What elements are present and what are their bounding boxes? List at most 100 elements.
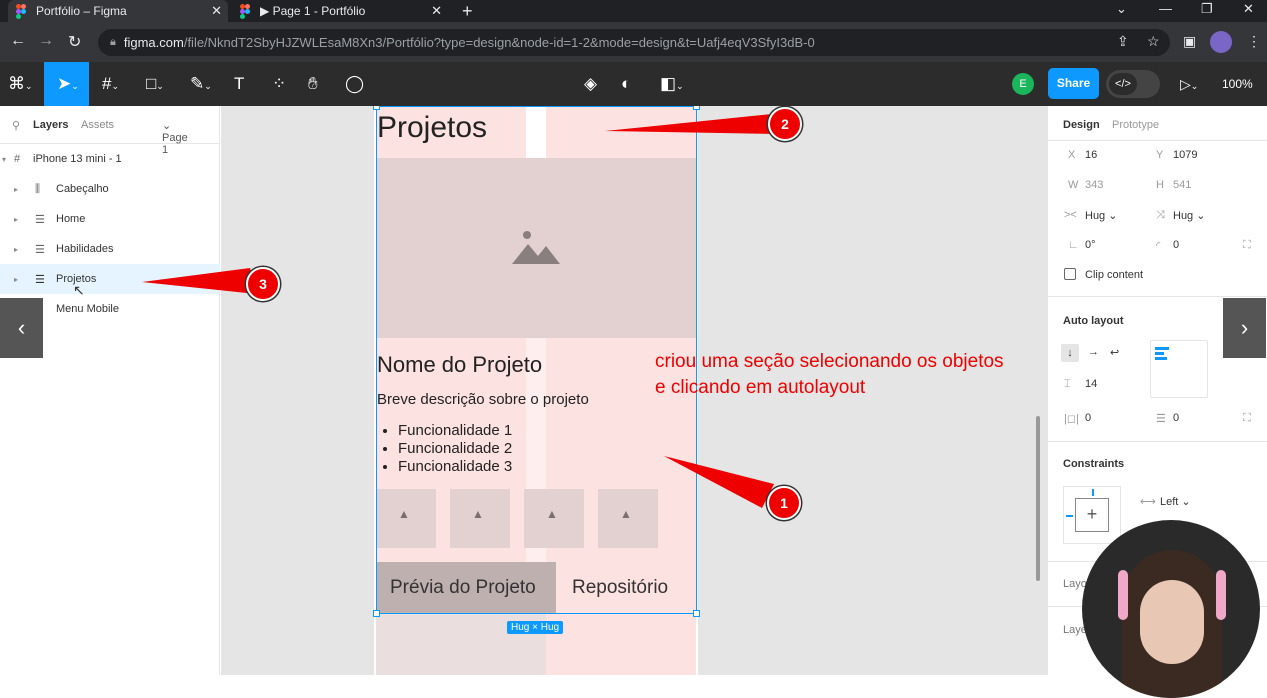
comment-tool-icon[interactable]: ◯ [345, 74, 364, 94]
browser-address-bar: ← → ↻ 🔒︎ figma.com/file/NkndT2SbyHJZWLEs… [0, 22, 1267, 62]
shape-tool-icon[interactable]: □⌄ [146, 74, 164, 94]
browser-tab-strip: Portfólio – Figma ✕ ▶ Page 1 - Portfólio… [0, 0, 1267, 22]
layer-label: Habilidades [56, 243, 114, 255]
direction-horizontal-icon[interactable]: → [1088, 346, 1099, 358]
h-input[interactable]: 541 [1173, 179, 1191, 191]
mask-icon[interactable]: ◐ [621, 74, 631, 94]
constraints-widget[interactable]: + [1063, 486, 1121, 544]
annotation-badge-1: 1 [767, 486, 801, 520]
alignment-grid[interactable] [1150, 340, 1208, 398]
tab-layers[interactable]: Layers [33, 119, 68, 131]
expand-caret-icon[interactable]: ▸ [14, 215, 18, 224]
expand-caret-icon[interactable]: ▸ [14, 275, 18, 284]
bookmark-star-icon[interactable]: ☆ [1147, 33, 1160, 50]
gap-input[interactable]: 14 [1085, 378, 1097, 390]
video-next-button[interactable]: › [1223, 298, 1266, 358]
frame-icon: # [14, 153, 21, 165]
expand-caret-icon[interactable]: ▸ [14, 185, 18, 194]
feature-list[interactable]: Funcionalidade 1 Funcionalidade 2 Funcio… [398, 422, 512, 476]
layer-home[interactable]: ▸ ☰ Home [0, 204, 220, 234]
hand-tool-icon[interactable]: ✋︎ [308, 74, 318, 94]
layer-cabecalho[interactable]: ▸ ⫼ Cabeçalho [0, 174, 220, 204]
collapse-caret-icon[interactable]: ▾ [2, 155, 6, 164]
browser-menu-icon[interactable]: ⋮ [1247, 33, 1261, 50]
text-tool-icon[interactable]: T [234, 74, 244, 94]
page-selector[interactable]: Page 1 ⌄ [162, 119, 188, 156]
sidepanel-icon[interactable]: ▣ [1183, 33, 1196, 50]
user-avatar[interactable]: E [1012, 73, 1034, 95]
autolayout-vertical-icon: ☰ [35, 273, 45, 286]
padding-vertical-input[interactable]: 0 [1173, 412, 1179, 424]
reload-icon[interactable]: ↻ [68, 32, 81, 52]
horizontal-constraint-select[interactable]: Left ⌄ [1160, 495, 1191, 508]
video-prev-button[interactable]: ‹ [0, 298, 43, 358]
expand-caret-icon[interactable]: ▸ [14, 245, 18, 254]
height-mode-select[interactable]: Hug ⌄ [1173, 209, 1205, 222]
project-name[interactable]: Nome do Projeto [377, 352, 542, 378]
feature-item: Funcionalidade 2 [398, 440, 512, 458]
resize-handle[interactable] [693, 106, 700, 110]
back-icon[interactable]: ← [10, 32, 26, 50]
main-menu-icon[interactable]: ⌘⌄ [8, 74, 33, 94]
layer-frame[interactable]: ▾ # iPhone 13 mini - 1 [0, 144, 220, 174]
browser-tab-page[interactable]: ▶ Page 1 - Portfólio ✕ [232, 0, 448, 22]
url-field[interactable]: 🔒︎ figma.com/file/NkndT2SbyHJZWLEsaM8Xn3… [98, 29, 1170, 56]
tab-design[interactable]: Design [1063, 119, 1100, 131]
close-tab-icon[interactable]: ✕ [431, 3, 448, 19]
chevron-right-icon: › [1240, 315, 1249, 340]
tab-search-chevron-icon[interactable]: ⌄ [1116, 1, 1127, 17]
annotation-badge-3: 3 [246, 267, 280, 301]
zoom-level[interactable]: 100% [1222, 77, 1253, 91]
component-icon[interactable]: ◈ [584, 74, 597, 94]
layer-habilidades[interactable]: ▸ ☰ Habilidades [0, 234, 220, 264]
constraint-top [1092, 489, 1094, 496]
padding-horizontal-input[interactable]: 0 [1085, 412, 1091, 424]
w-input[interactable]: 343 [1085, 179, 1103, 191]
y-input[interactable]: 1079 [1173, 149, 1197, 161]
url-host: figma.com [123, 35, 184, 50]
width-mode-select[interactable]: Hug ⌄ [1085, 209, 1117, 222]
restore-icon[interactable]: ❐ [1201, 1, 1213, 17]
window-close-icon[interactable]: ✕ [1243, 1, 1254, 17]
independent-corners-icon[interactable]: ⛶ [1243, 239, 1251, 252]
dev-mode-toggle[interactable]: </> [1106, 70, 1160, 98]
canvas-scrollbar[interactable] [1036, 416, 1040, 581]
minimize-icon[interactable]: — [1159, 1, 1172, 16]
move-tool-button[interactable]: ➤⌄ [44, 62, 89, 106]
resize-handle[interactable] [373, 106, 380, 110]
resources-icon[interactable]: ⁘ [272, 74, 286, 94]
tab-assets[interactable]: Assets [81, 119, 114, 131]
h-label: H [1156, 179, 1164, 191]
new-tab-icon[interactable]: + [462, 1, 473, 22]
profile-avatar[interactable] [1210, 31, 1232, 53]
direction-vertical-icon[interactable]: ↓ [1061, 344, 1079, 362]
share-button[interactable]: Share [1048, 68, 1099, 99]
share-page-icon[interactable]: ⇪ [1117, 33, 1129, 50]
present-play-icon[interactable]: ▷⌄ [1180, 76, 1198, 93]
rotation-input[interactable]: 0° [1085, 239, 1096, 251]
section-title[interactable]: Projetos [377, 111, 487, 145]
close-tab-icon[interactable]: ✕ [211, 3, 228, 19]
direction-wrap-icon[interactable]: ↩ [1110, 346, 1119, 359]
layer-projetos[interactable]: ▸ ☰ Projetos [0, 264, 220, 294]
x-input[interactable]: 16 [1085, 149, 1097, 161]
resize-handle[interactable] [693, 610, 700, 617]
tab-prototype[interactable]: Prototype [1112, 119, 1159, 131]
size-tag: Hug × Hug [507, 621, 564, 634]
boolean-icon[interactable]: ◧⌄ [660, 74, 684, 94]
individual-padding-icon[interactable]: ⛶ [1243, 412, 1251, 425]
plus-icon: + [1075, 498, 1109, 532]
constraints-heading: Constraints [1063, 458, 1125, 470]
autolayout-horizontal-icon: ⫼ [35, 182, 41, 195]
forward-icon[interactable]: → [38, 32, 54, 50]
clip-content-checkbox[interactable] [1064, 268, 1076, 280]
figma-logo-icon [240, 4, 250, 19]
frame-tool-icon[interactable]: #⌄ [102, 74, 119, 94]
x-label: X [1068, 149, 1076, 161]
search-icon[interactable]: ⚲ [12, 119, 20, 132]
browser-tab-figma[interactable]: Portfólio – Figma ✕ [8, 0, 228, 22]
project-description[interactable]: Breve descrição sobre o projeto [377, 391, 589, 408]
pen-tool-icon[interactable]: ✎⌄ [190, 74, 212, 94]
radius-input[interactable]: 0 [1173, 239, 1179, 251]
resize-handle[interactable] [373, 610, 380, 617]
